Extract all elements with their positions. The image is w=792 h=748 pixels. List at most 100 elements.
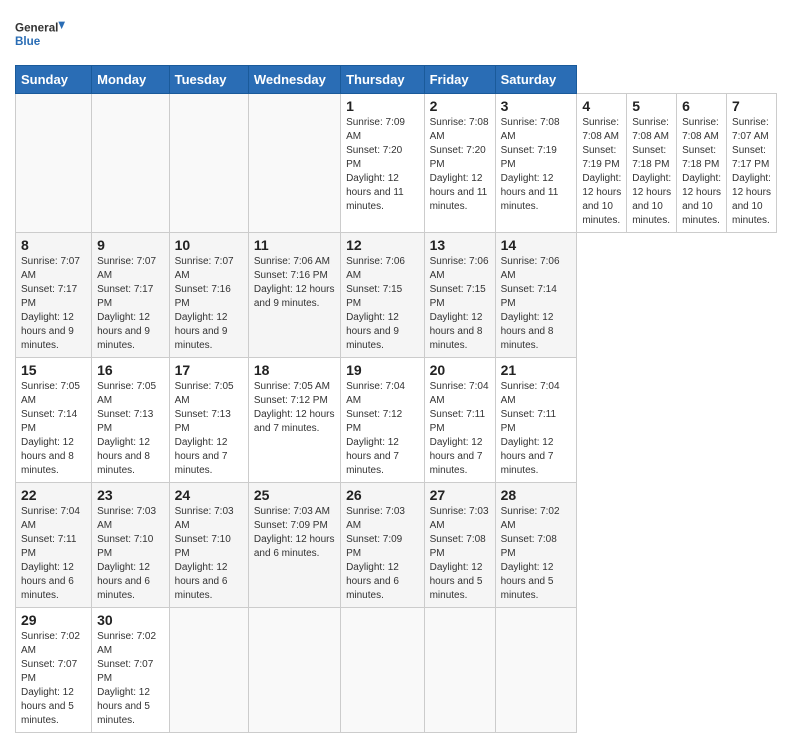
day-cell: 20 Sunrise: 7:04 AM Sunset: 7:11 PM Dayl…	[424, 358, 495, 483]
day-info: Sunrise: 7:03 AM Sunset: 7:09 PM Dayligh…	[254, 505, 335, 561]
svg-text:Blue: Blue	[15, 35, 41, 48]
day-number: 5	[632, 98, 671, 114]
day-info: Sunrise: 7:09 AM Sunset: 7:20 PM Dayligh…	[346, 116, 419, 214]
day-number: 27	[430, 487, 490, 503]
day-info: Sunrise: 7:05 AM Sunset: 7:13 PM Dayligh…	[97, 380, 164, 478]
day-info: Sunrise: 7:03 AM Sunset: 7:08 PM Dayligh…	[430, 505, 490, 603]
day-info: Sunrise: 7:06 AM Sunset: 7:16 PM Dayligh…	[254, 255, 335, 311]
day-info: Sunrise: 7:03 AM Sunset: 7:10 PM Dayligh…	[175, 505, 243, 603]
day-cell: 29 Sunrise: 7:02 AM Sunset: 7:07 PM Dayl…	[16, 608, 92, 733]
day-info: Sunrise: 7:04 AM Sunset: 7:11 PM Dayligh…	[501, 380, 572, 478]
day-info: Sunrise: 7:07 AM Sunset: 7:17 PM Dayligh…	[97, 255, 164, 353]
day-cell: 30 Sunrise: 7:02 AM Sunset: 7:07 PM Dayl…	[92, 608, 170, 733]
day-number: 19	[346, 362, 419, 378]
day-number: 22	[21, 487, 86, 503]
header-wednesday: Wednesday	[248, 66, 340, 94]
day-cell: 13 Sunrise: 7:06 AM Sunset: 7:15 PM Dayl…	[424, 233, 495, 358]
day-cell: 28 Sunrise: 7:02 AM Sunset: 7:08 PM Dayl…	[495, 483, 577, 608]
day-cell: 22 Sunrise: 7:04 AM Sunset: 7:11 PM Dayl…	[16, 483, 92, 608]
day-info: Sunrise: 7:07 AM Sunset: 7:16 PM Dayligh…	[175, 255, 243, 353]
day-info: Sunrise: 7:08 AM Sunset: 7:18 PM Dayligh…	[682, 116, 721, 228]
empty-cell	[495, 608, 577, 733]
day-number: 3	[501, 98, 572, 114]
day-cell: 6 Sunrise: 7:08 AM Sunset: 7:18 PM Dayli…	[677, 94, 727, 233]
day-number: 18	[254, 362, 335, 378]
logo-svg: General Blue	[15, 15, 65, 55]
header-sunday: Sunday	[16, 66, 92, 94]
day-cell: 4 Sunrise: 7:08 AM Sunset: 7:19 PM Dayli…	[577, 94, 627, 233]
header-monday: Monday	[92, 66, 170, 94]
day-cell: 15 Sunrise: 7:05 AM Sunset: 7:14 PM Dayl…	[16, 358, 92, 483]
day-cell: 10 Sunrise: 7:07 AM Sunset: 7:16 PM Dayl…	[169, 233, 248, 358]
day-number: 10	[175, 237, 243, 253]
day-info: Sunrise: 7:05 AM Sunset: 7:14 PM Dayligh…	[21, 380, 86, 478]
day-number: 2	[430, 98, 490, 114]
day-cell: 27 Sunrise: 7:03 AM Sunset: 7:08 PM Dayl…	[424, 483, 495, 608]
day-cell: 1 Sunrise: 7:09 AM Sunset: 7:20 PM Dayli…	[341, 94, 425, 233]
header-row: SundayMondayTuesdayWednesdayThursdayFrid…	[16, 66, 777, 94]
calendar-row: 15 Sunrise: 7:05 AM Sunset: 7:14 PM Dayl…	[16, 358, 777, 483]
day-number: 6	[682, 98, 721, 114]
header-thursday: Thursday	[341, 66, 425, 94]
day-info: Sunrise: 7:03 AM Sunset: 7:10 PM Dayligh…	[97, 505, 164, 603]
day-number: 21	[501, 362, 572, 378]
day-info: Sunrise: 7:08 AM Sunset: 7:19 PM Dayligh…	[501, 116, 572, 214]
day-number: 14	[501, 237, 572, 253]
day-number: 16	[97, 362, 164, 378]
day-cell: 21 Sunrise: 7:04 AM Sunset: 7:11 PM Dayl…	[495, 358, 577, 483]
logo: General Blue	[15, 15, 65, 55]
day-info: Sunrise: 7:08 AM Sunset: 7:19 PM Dayligh…	[582, 116, 621, 228]
day-cell: 3 Sunrise: 7:08 AM Sunset: 7:19 PM Dayli…	[495, 94, 577, 233]
day-info: Sunrise: 7:05 AM Sunset: 7:13 PM Dayligh…	[175, 380, 243, 478]
day-cell: 14 Sunrise: 7:06 AM Sunset: 7:14 PM Dayl…	[495, 233, 577, 358]
day-number: 15	[21, 362, 86, 378]
day-info: Sunrise: 7:06 AM Sunset: 7:14 PM Dayligh…	[501, 255, 572, 353]
day-number: 26	[346, 487, 419, 503]
day-cell: 16 Sunrise: 7:05 AM Sunset: 7:13 PM Dayl…	[92, 358, 170, 483]
day-cell: 2 Sunrise: 7:08 AM Sunset: 7:20 PM Dayli…	[424, 94, 495, 233]
day-info: Sunrise: 7:05 AM Sunset: 7:12 PM Dayligh…	[254, 380, 335, 436]
day-info: Sunrise: 7:03 AM Sunset: 7:09 PM Dayligh…	[346, 505, 419, 603]
empty-cell	[169, 94, 248, 233]
day-info: Sunrise: 7:02 AM Sunset: 7:07 PM Dayligh…	[21, 630, 86, 728]
day-cell: 9 Sunrise: 7:07 AM Sunset: 7:17 PM Dayli…	[92, 233, 170, 358]
day-cell: 23 Sunrise: 7:03 AM Sunset: 7:10 PM Dayl…	[92, 483, 170, 608]
day-info: Sunrise: 7:04 AM Sunset: 7:11 PM Dayligh…	[430, 380, 490, 478]
empty-cell	[248, 94, 340, 233]
day-cell: 24 Sunrise: 7:03 AM Sunset: 7:10 PM Dayl…	[169, 483, 248, 608]
day-info: Sunrise: 7:06 AM Sunset: 7:15 PM Dayligh…	[346, 255, 419, 353]
day-info: Sunrise: 7:07 AM Sunset: 7:17 PM Dayligh…	[21, 255, 86, 353]
day-cell: 26 Sunrise: 7:03 AM Sunset: 7:09 PM Dayl…	[341, 483, 425, 608]
day-number: 12	[346, 237, 419, 253]
header-saturday: Saturday	[495, 66, 577, 94]
empty-cell	[424, 608, 495, 733]
day-number: 11	[254, 237, 335, 253]
day-cell: 18 Sunrise: 7:05 AM Sunset: 7:12 PM Dayl…	[248, 358, 340, 483]
empty-cell	[248, 608, 340, 733]
day-cell: 19 Sunrise: 7:04 AM Sunset: 7:12 PM Dayl…	[341, 358, 425, 483]
empty-cell	[16, 94, 92, 233]
day-info: Sunrise: 7:08 AM Sunset: 7:18 PM Dayligh…	[632, 116, 671, 228]
day-info: Sunrise: 7:08 AM Sunset: 7:20 PM Dayligh…	[430, 116, 490, 214]
day-number: 4	[582, 98, 621, 114]
day-info: Sunrise: 7:02 AM Sunset: 7:08 PM Dayligh…	[501, 505, 572, 603]
day-info: Sunrise: 7:02 AM Sunset: 7:07 PM Dayligh…	[97, 630, 164, 728]
day-info: Sunrise: 7:06 AM Sunset: 7:15 PM Dayligh…	[430, 255, 490, 353]
calendar-row: 22 Sunrise: 7:04 AM Sunset: 7:11 PM Dayl…	[16, 483, 777, 608]
page-header: General Blue	[15, 15, 777, 55]
day-number: 30	[97, 612, 164, 628]
day-info: Sunrise: 7:07 AM Sunset: 7:17 PM Dayligh…	[732, 116, 771, 228]
day-number: 9	[97, 237, 164, 253]
day-info: Sunrise: 7:04 AM Sunset: 7:12 PM Dayligh…	[346, 380, 419, 478]
calendar-row: 29 Sunrise: 7:02 AM Sunset: 7:07 PM Dayl…	[16, 608, 777, 733]
empty-cell	[341, 608, 425, 733]
day-number: 20	[430, 362, 490, 378]
day-number: 1	[346, 98, 419, 114]
calendar-row: 8 Sunrise: 7:07 AM Sunset: 7:17 PM Dayli…	[16, 233, 777, 358]
day-number: 17	[175, 362, 243, 378]
day-cell: 8 Sunrise: 7:07 AM Sunset: 7:17 PM Dayli…	[16, 233, 92, 358]
day-cell: 17 Sunrise: 7:05 AM Sunset: 7:13 PM Dayl…	[169, 358, 248, 483]
day-number: 24	[175, 487, 243, 503]
day-number: 29	[21, 612, 86, 628]
svg-text:General: General	[15, 22, 58, 35]
